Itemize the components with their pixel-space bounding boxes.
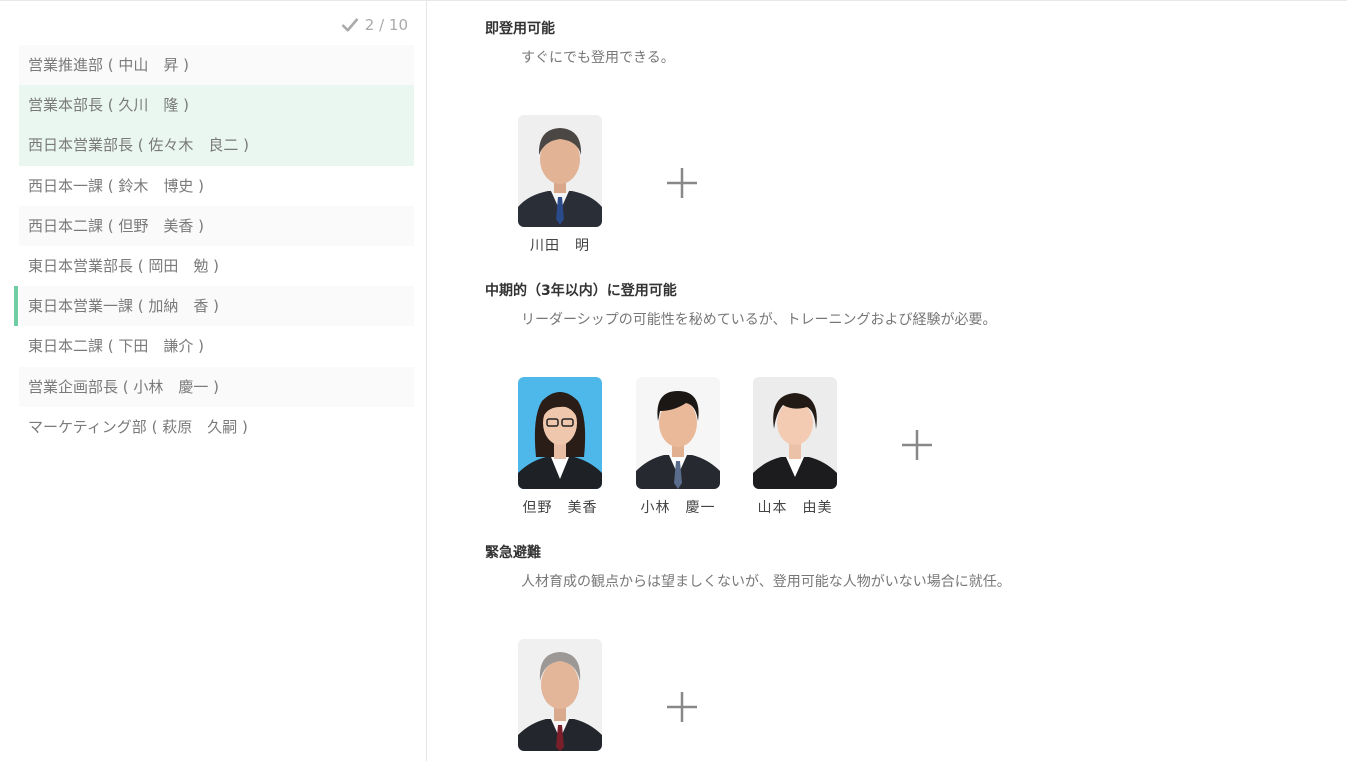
position-item[interactable]: 営業企画部長 ( 小林 慶一 ) [19,366,414,407]
plus-icon[interactable] [662,687,702,727]
position-item[interactable]: 営業本部長 ( 久川 隆 ) [19,85,414,126]
position-item[interactable]: 西日本一課 ( 鈴木 博史 ) [19,166,414,206]
candidate-card[interactable]: 川田 明 [510,115,610,255]
candidate-name: 山本 由美 [757,500,833,516]
position-item-current[interactable]: 東日本営業一課 ( 加納 香 ) [14,286,414,327]
young-man-photo [636,377,720,489]
candidate-name: 小林 慶一 [640,500,716,516]
position-item[interactable]: 西日本二課 ( 但野 美香 ) [19,205,414,246]
section-ready-now: 即登用可能 すぐにでも登用できる。 [485,18,1325,67]
senior-man-photo [518,639,602,751]
section-description: リーダーシップの可能性を秘めているが、トレーニングおよび経験が必要。 [521,312,997,328]
position-list-panel: 2 / 10 営業推進部 ( 中山 昇 ) 営業本部長 ( 久川 隆 ) 西日本… [0,1,427,761]
section-title: 即登用可能 [485,21,555,37]
section-title: 中期的（3年以内）に登用可能 [485,283,677,299]
plus-icon[interactable] [897,425,937,465]
position-item[interactable]: 東日本二課 ( 下田 謙介 ) [19,326,414,366]
man-blue-tie-photo [518,115,602,227]
progress-indicator: 2 / 10 [341,16,408,34]
plus-icon[interactable] [662,163,702,203]
candidate-card[interactable]: 小林 慶一 [628,377,728,517]
section-mid-term: 中期的（3年以内）に登用可能 リーダーシップの可能性を秘めているが、トレーニング… [485,280,1325,329]
woman-short-hair-photo [753,377,837,489]
position-item[interactable]: 東日本営業部長 ( 岡田 勉 ) [19,246,414,286]
candidate-name: 但野 美香 [522,500,598,516]
candidate-card[interactable]: 山本 由美 [745,377,845,517]
section-description: 人材育成の観点からは望ましくないが、登用可能な人物がいない場合に就任。 [521,574,1011,590]
woman-glasses-photo [518,377,602,489]
candidate-name: 川田 明 [530,238,590,254]
position-item[interactable]: マーケティング部 ( 萩原 久嗣 ) [19,407,414,447]
position-item[interactable]: 西日本営業部長 ( 佐々木 良二 ) [19,125,414,166]
section-emergency: 緊急避難 人材育成の観点からは望ましくないが、登用可能な人物がいない場合に就任。 [485,542,1325,591]
progress-text: 2 / 10 [364,16,408,34]
position-list: 営業推進部 ( 中山 昇 ) 営業本部長 ( 久川 隆 ) 西日本営業部長 ( … [14,45,414,447]
position-item[interactable]: 営業推進部 ( 中山 昇 ) [19,45,414,86]
app-frame: 2 / 10 営業推進部 ( 中山 昇 ) 営業本部長 ( 久川 隆 ) 西日本… [0,0,1347,761]
candidate-card[interactable] [510,639,610,751]
candidate-card[interactable]: 但野 美香 [510,377,610,517]
section-description: すぐにでも登用できる。 [521,50,675,66]
section-title: 緊急避難 [485,545,541,561]
check-icon [341,18,358,32]
